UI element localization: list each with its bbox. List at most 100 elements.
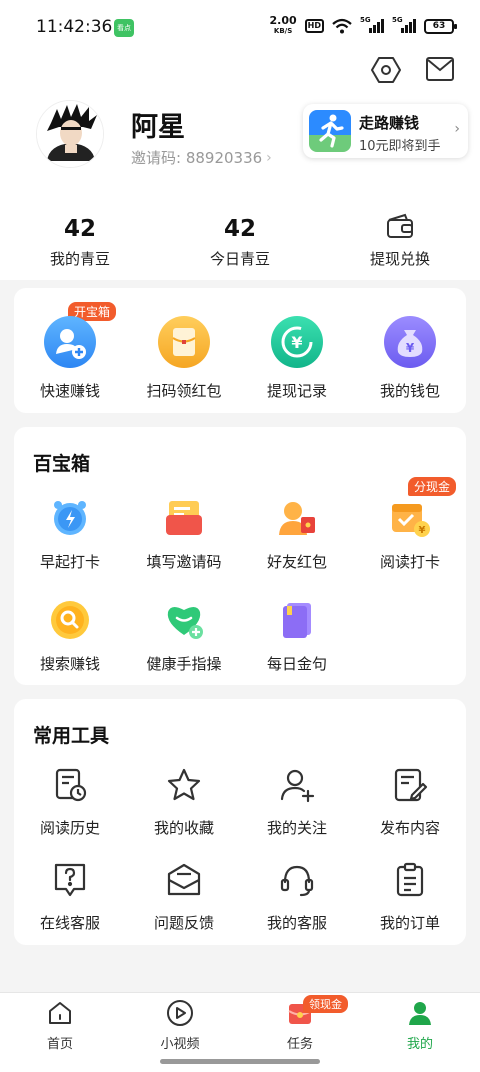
nav-short-video[interactable]: 小视频 <box>135 999 225 1052</box>
profile-header: 阿星 邀请码: 88920336 › 走路赚钱 10元即将到手 › 42 我的青… <box>0 56 480 280</box>
profile-icon <box>406 999 434 1027</box>
network-speed: 2.00 KB/S <box>269 14 297 35</box>
stat-today-beans[interactable]: 42 今日青豆 <box>180 216 300 269</box>
messages-button[interactable] <box>420 56 460 84</box>
chevron-right-icon: › <box>454 121 460 137</box>
tool-label: 在线客服 <box>39 914 100 932</box>
tool-my-favorites[interactable]: 我的收藏 <box>129 765 239 838</box>
tool-label: 我的收藏 <box>153 819 214 837</box>
tool-my-following[interactable]: 我的关注 <box>242 765 352 838</box>
common-tools-card: 常用工具 阅读历史 我的收藏 我的关注 发布内容 在线客服 问题反馈 我的客服 … <box>14 699 466 945</box>
quick-action-label: 快速赚钱 <box>39 382 100 400</box>
section-title: 常用工具 <box>33 725 110 747</box>
user-follow-icon <box>277 765 317 805</box>
stat-label: 今日青豆 <box>209 250 270 268</box>
red-envelope-icon <box>158 316 210 368</box>
treasure-item-label: 好友红包 <box>266 553 327 571</box>
edit-icon <box>390 765 430 805</box>
stat-value: 42 <box>63 216 96 242</box>
tool-label: 我的关注 <box>266 819 327 837</box>
play-icon <box>166 999 194 1027</box>
book-icon <box>276 599 318 641</box>
my-wallet-button[interactable]: ¥ 我的钱包 <box>355 316 465 401</box>
status-time: 11:42:36 <box>36 17 113 37</box>
treasure-item-early-checkin[interactable]: 早起打卡 <box>15 497 125 572</box>
scan-redpacket-button[interactable]: 扫码领红包 <box>129 316 239 401</box>
hexagon-settings-icon <box>371 57 401 83</box>
tool-my-orders[interactable]: 我的订单 <box>355 860 465 933</box>
withdraw-record-button[interactable]: ¥ 提现记录 <box>242 316 352 401</box>
wifi-icon <box>332 18 352 34</box>
svg-text:¥: ¥ <box>419 525 426 536</box>
invite-card-icon <box>163 497 205 539</box>
settings-button[interactable] <box>366 56 406 84</box>
avatar-image <box>37 101 103 167</box>
treasure-item-invite-code[interactable]: 填写邀请码 <box>129 497 239 572</box>
tool-feedback[interactable]: 问题反馈 <box>129 860 239 933</box>
tool-label: 我的订单 <box>379 914 440 932</box>
nav-profile[interactable]: 我的 <box>375 999 465 1052</box>
home-icon <box>46 999 74 1027</box>
treasure-item-finger-exercise[interactable]: 健康手指操 <box>129 599 239 674</box>
signal-icon-1: 5G <box>360 16 384 33</box>
running-man-icon <box>309 110 351 152</box>
app-notification-icon: 看点 <box>114 19 134 37</box>
nav-label: 我的 <box>406 1037 433 1052</box>
withdraw-exchange-button[interactable]: 提现兑换 <box>340 212 460 269</box>
get-cash-badge: 领现金 <box>303 995 348 1013</box>
treasure-item-label: 早起打卡 <box>39 553 100 571</box>
quick-earn-button[interactable]: 快速赚钱 <box>15 316 125 401</box>
treasure-item-search-earn[interactable]: 搜索赚钱 <box>15 599 125 674</box>
treasure-item-reading-checkin[interactable]: ¥ 阅读打卡 <box>355 497 465 572</box>
treasure-item-daily-quote[interactable]: 每日金句 <box>242 599 352 674</box>
user-add-icon <box>44 316 96 368</box>
stat-my-beans[interactable]: 42 我的青豆 <box>20 216 140 269</box>
mail-icon <box>426 57 454 81</box>
battery-icon: 63 <box>424 18 457 34</box>
money-bag-icon: ¥ <box>384 316 436 368</box>
tool-label: 发布内容 <box>379 819 440 837</box>
home-indicator[interactable] <box>160 1059 320 1064</box>
quick-action-label: 我的钱包 <box>379 382 440 400</box>
status-icons: 2.00 KB/S HD 5G 5G 63 <box>269 14 457 36</box>
wallet-icon <box>387 213 413 238</box>
treasure-item-label: 每日金句 <box>266 655 327 673</box>
walk-earn-card[interactable]: 走路赚钱 10元即将到手 › <box>303 104 468 158</box>
search-coin-icon <box>49 599 91 641</box>
quick-actions-card: 开宝箱 快速赚钱 扫码领红包 ¥ 提现记录 ¥ 我的钱包 <box>14 288 466 413</box>
alarm-clock-icon <box>49 497 91 539</box>
signal-icon-2: 5G <box>392 16 416 33</box>
nav-label: 小视频 <box>160 1037 200 1052</box>
invite-code-text: 邀请码: 88920336 <box>131 149 263 167</box>
nav-tasks[interactable]: 领现金 任务 <box>255 995 348 1052</box>
friend-envelope-icon <box>276 497 318 539</box>
tool-label: 阅读历史 <box>39 819 100 837</box>
section-title: 百宝箱 <box>33 453 91 475</box>
hd-icon: HD <box>304 19 324 33</box>
quick-action-label: 扫码领红包 <box>146 382 222 400</box>
headset-icon <box>277 860 317 900</box>
avatar[interactable] <box>36 100 104 168</box>
stat-value: 42 <box>223 216 256 242</box>
tool-online-support[interactable]: 在线客服 <box>15 860 125 933</box>
treasure-item-label: 填写邀请码 <box>146 553 222 571</box>
history-icon <box>50 765 90 805</box>
feedback-icon <box>164 860 204 900</box>
chevron-right-icon: › <box>266 149 272 166</box>
order-icon <box>390 860 430 900</box>
invite-code[interactable]: 邀请码: 88920336 › <box>131 147 272 168</box>
tool-label: 我的客服 <box>266 914 327 932</box>
tool-publish-content[interactable]: 发布内容 <box>355 765 465 838</box>
yen-refresh-icon: ¥ <box>271 316 323 368</box>
tool-my-service[interactable]: 我的客服 <box>242 860 352 933</box>
treasure-item-label: 阅读打卡 <box>379 553 440 571</box>
star-icon <box>164 765 204 805</box>
treasure-item-label: 搜索赚钱 <box>39 655 100 673</box>
treasure-item-friend-redpacket[interactable]: 好友红包 <box>242 497 352 572</box>
quick-action-label: 提现记录 <box>266 382 327 400</box>
tool-reading-history[interactable]: 阅读历史 <box>15 765 125 838</box>
stat-label: 我的青豆 <box>49 250 110 268</box>
tool-label: 问题反馈 <box>153 914 214 932</box>
nav-home[interactable]: 首页 <box>15 999 105 1052</box>
nav-label: 首页 <box>46 1037 73 1052</box>
